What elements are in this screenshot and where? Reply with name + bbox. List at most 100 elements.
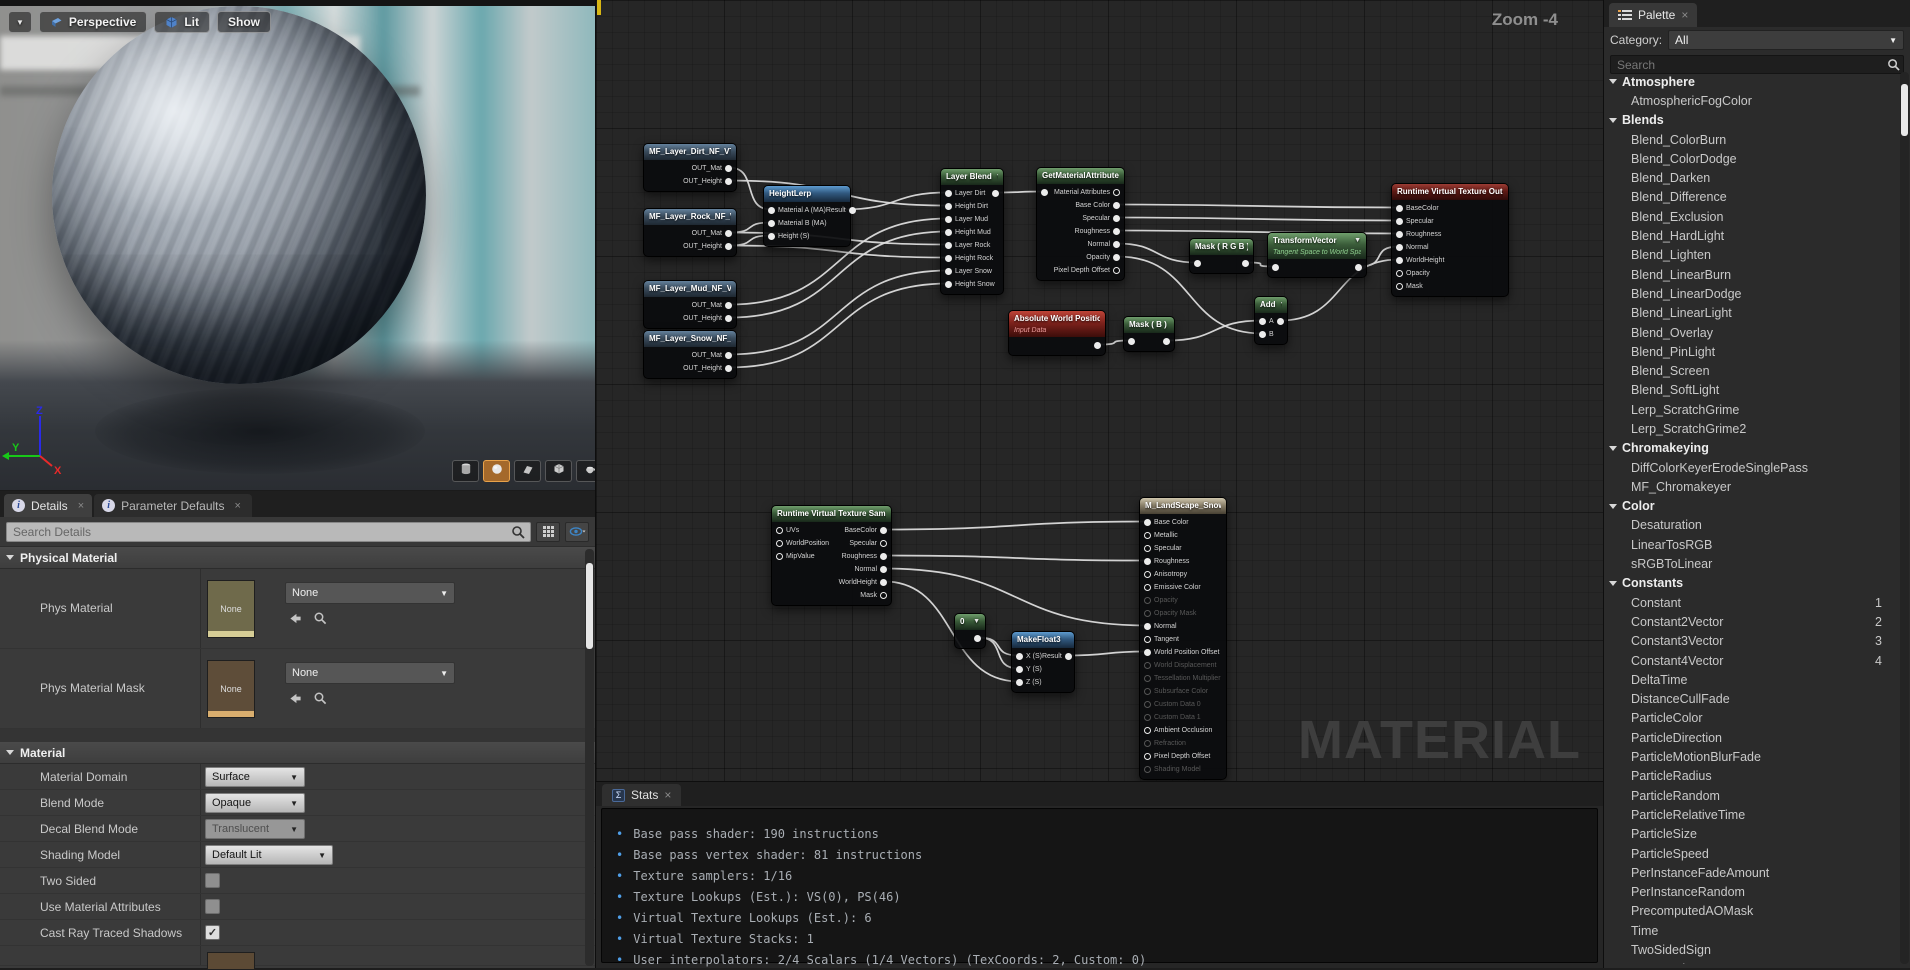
node-pin[interactable] — [1113, 254, 1120, 261]
use-selected-icon[interactable] — [288, 612, 303, 625]
close-icon[interactable]: × — [664, 788, 671, 802]
input-pin-Roughness[interactable]: Roughness — [1144, 558, 1189, 565]
graph-wire[interactable] — [843, 193, 948, 210]
node-pin[interactable] — [1113, 241, 1120, 248]
palette-item[interactable]: Lerp_ScratchGrime2 — [1604, 419, 1898, 438]
output-pin-OUT_Height[interactable]: OUT_Height — [683, 315, 732, 322]
node-header[interactable]: GetMaterialAttributes▼ — [1037, 168, 1124, 184]
node-pin[interactable] — [1194, 260, 1201, 267]
input-pin-Normal[interactable]: Normal — [1144, 623, 1177, 630]
graph-wire[interactable] — [729, 284, 948, 368]
input-pin-Layer Rock[interactable]: Layer Rock — [945, 242, 990, 249]
node-header[interactable]: MF_Layer_Rock_NF_VT — [644, 209, 736, 225]
input-pin-WorldPosition[interactable]: WorldPosition — [776, 540, 829, 547]
node-pin[interactable] — [1144, 571, 1151, 578]
viewport-options-button[interactable]: ▼ — [8, 11, 32, 33]
graph-node-maskrgb[interactable]: Mask ( R G B )▼ — [1189, 238, 1254, 274]
input-pin-Mask[interactable]: Mask — [1396, 283, 1423, 290]
palette-item[interactable]: Constant3Vector3 — [1604, 632, 1898, 651]
node-pin[interactable] — [1113, 202, 1120, 209]
node-pin[interactable] — [776, 527, 783, 534]
material-graph-panel[interactable]: MF_Layer_Dirt_NF_VTOUT_MatOUT_HeightMF_L… — [595, 0, 1603, 781]
output-pin-OUT_Mat[interactable]: OUT_Mat — [692, 165, 732, 172]
node-header[interactable]: Absolute World Position▼Input Data — [1009, 311, 1105, 337]
input-pin-Custom Data 0[interactable]: Custom Data 0 — [1144, 701, 1201, 708]
palette-item[interactable]: Blend_SoftLight — [1604, 381, 1898, 400]
node-pin[interactable] — [1396, 257, 1403, 264]
node-pin[interactable] — [1259, 318, 1266, 325]
output-pin-Result[interactable]: Result — [1042, 653, 1072, 660]
palette-item[interactable]: Blend_ColorDodge — [1604, 149, 1898, 168]
property-dropdown[interactable]: Surface▼ — [205, 767, 305, 787]
tab-stats[interactable]: Σ Stats × — [602, 784, 681, 806]
palette-item[interactable]: ParticleDirection — [1604, 728, 1898, 747]
output-pin-Roughness[interactable]: Roughness — [1075, 228, 1120, 235]
node-pin[interactable] — [992, 190, 999, 197]
palette-category-header[interactable]: Blends — [1604, 111, 1898, 130]
node-pin[interactable] — [1396, 283, 1403, 290]
palette-item[interactable]: DiffColorKeyerErodeSinglePass — [1604, 458, 1898, 477]
input-pin-Y (S)[interactable]: Y (S) — [1016, 666, 1042, 673]
graph-node-rvtsample[interactable]: Runtime Virtual Texture Sample▼UVsBaseCo… — [771, 505, 892, 606]
node-pin[interactable] — [1065, 653, 1072, 660]
graph-node-lblend[interactable]: Layer Blend▼Layer DirtHeight DirtLayer M… — [940, 168, 1004, 295]
input-pin-value[interactable] — [1128, 338, 1138, 345]
node-pin[interactable] — [1144, 766, 1151, 773]
node-pin[interactable] — [776, 553, 783, 560]
output-pin-OUT_Height[interactable]: OUT_Height — [683, 178, 732, 185]
output-pin-WorldHeight[interactable]: WorldHeight — [839, 579, 887, 586]
node-pin[interactable] — [1396, 270, 1403, 277]
graph-node-add[interactable]: Add▼AB — [1254, 296, 1288, 345]
property-dropdown[interactable]: Default Lit▼ — [205, 845, 333, 865]
input-pin-B[interactable]: B — [1259, 331, 1274, 338]
palette-item[interactable]: ParticleSpeed — [1604, 844, 1898, 863]
input-pin-Refraction[interactable]: Refraction — [1144, 740, 1186, 747]
node-header[interactable]: MF_Layer_Snow_NF_VT — [644, 331, 736, 347]
node-pin[interactable] — [725, 365, 732, 372]
node-pin[interactable] — [1016, 653, 1023, 660]
input-pin-Tangent[interactable]: Tangent — [1144, 636, 1179, 643]
input-pin-Custom Data 1[interactable]: Custom Data 1 — [1144, 714, 1201, 721]
node-pin[interactable] — [849, 207, 856, 214]
palette-item[interactable]: Blend_HardLight — [1604, 226, 1898, 245]
palette-item[interactable]: ParticleColor — [1604, 709, 1898, 728]
graph-wire[interactable] — [729, 271, 948, 355]
palette-item[interactable]: Constant4Vector4 — [1604, 651, 1898, 670]
graph-node-rock[interactable]: MF_Layer_Rock_NF_VTOUT_MatOUT_Height — [643, 208, 737, 257]
palette-item[interactable]: TwoSidedSign — [1604, 940, 1898, 959]
property-checkbox[interactable] — [205, 899, 220, 914]
graph-node-tvec[interactable]: TransformVector▼Tangent Space to World S… — [1267, 232, 1367, 278]
input-pin-Pixel Depth Offset[interactable]: Pixel Depth Offset — [1144, 753, 1210, 760]
node-header[interactable]: MakeFloat3 — [1012, 632, 1074, 648]
node-pin[interactable] — [1144, 545, 1151, 552]
output-pin-OUT_Height[interactable]: OUT_Height — [683, 365, 732, 372]
property-checkbox[interactable]: ✓ — [205, 925, 220, 940]
palette-scroll-thumb[interactable] — [1901, 84, 1908, 136]
node-header[interactable]: TransformVector▼Tangent Space to World S… — [1268, 233, 1366, 259]
section-material[interactable]: Material — [0, 742, 595, 764]
palette-item[interactable]: ParticleMotionBlurFade — [1604, 747, 1898, 766]
preview-shape-cube-button[interactable] — [545, 460, 572, 482]
output-pin-Normal[interactable]: Normal — [1087, 241, 1120, 248]
input-pin-Opacity Mask[interactable]: Opacity Mask — [1144, 610, 1196, 617]
output-pin-BaseColor[interactable]: BaseColor — [844, 527, 887, 534]
input-pin-A[interactable]: A — [1259, 318, 1274, 325]
browse-icon[interactable] — [313, 691, 327, 705]
output-pin-Mask[interactable]: Mask — [860, 592, 887, 599]
property-matrix-button[interactable] — [536, 522, 560, 542]
node-pin[interactable] — [1144, 558, 1151, 565]
input-pin-MipValue[interactable]: MipValue — [776, 553, 815, 560]
palette-item[interactable]: VertexColor — [1604, 960, 1898, 964]
output-pin-OUT_Mat[interactable]: OUT_Mat — [692, 352, 732, 359]
tab-palette[interactable]: Palette × — [1609, 3, 1697, 27]
close-icon[interactable]: × — [78, 500, 84, 512]
lit-button[interactable]: Lit — [154, 11, 210, 33]
graph-node-mud[interactable]: MF_Layer_Mud_NF_VTOUT_MatOUT_Height — [643, 280, 737, 329]
palette-item[interactable]: LinearTosRGB — [1604, 535, 1898, 554]
asset-thumbnail[interactable]: None — [207, 580, 255, 638]
node-pin[interactable] — [1144, 740, 1151, 747]
graph-wire[interactable] — [884, 556, 1147, 561]
palette-item[interactable]: Blend_LinearLight — [1604, 304, 1898, 323]
graph-wire[interactable] — [1067, 652, 1147, 656]
details-search-input[interactable] — [6, 522, 531, 542]
